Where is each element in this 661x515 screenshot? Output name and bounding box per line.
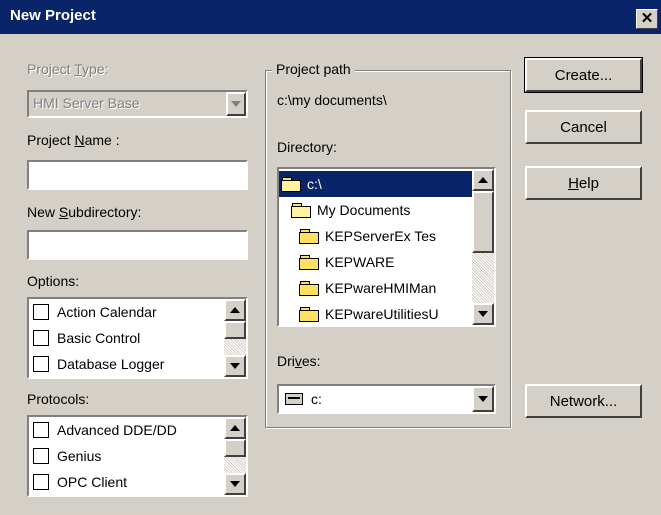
chevron-up-icon (230, 425, 240, 431)
directory-item[interactable]: KEPwareUtilitiesU (279, 301, 472, 327)
drives-label: Drives: (277, 353, 321, 369)
directory-item[interactable]: c:\ (279, 171, 472, 197)
protocol-item-advanced-dde[interactable]: Advanced DDE/DD (29, 417, 221, 443)
scroll-thumb[interactable] (472, 191, 494, 253)
protocols-label: Protocols: (27, 391, 90, 407)
open-folder-icon (291, 203, 311, 218)
scroll-up-button[interactable] (224, 299, 246, 321)
project-path-label: Project path (272, 61, 355, 77)
close-icon: ✕ (640, 10, 654, 27)
option-item-basic-control[interactable]: Basic Control (29, 325, 221, 351)
scroll-down-button[interactable] (224, 355, 246, 377)
chevron-down-icon (478, 396, 488, 402)
project-name-label: Project Name : (27, 132, 120, 148)
project-type-label: Project Type: (27, 61, 109, 77)
chevron-down-icon (478, 311, 488, 317)
drives-select[interactable]: c: (277, 384, 496, 414)
chevron-down-icon (231, 101, 241, 107)
checkbox[interactable] (33, 356, 49, 372)
chevron-down-icon (230, 481, 240, 487)
folder-icon (299, 307, 319, 322)
scroll-thumb[interactable] (224, 439, 246, 457)
open-folder-icon (281, 177, 301, 192)
chevron-up-icon (478, 177, 488, 183)
directory-item[interactable]: KEPWARE (279, 249, 472, 275)
options-list[interactable]: Action Calendar Basic Control Database L… (27, 297, 248, 379)
protocols-scrollbar[interactable] (224, 417, 246, 495)
scroll-up-button[interactable] (224, 417, 246, 439)
directory-label: Directory: (277, 139, 337, 155)
scroll-down-button[interactable] (472, 303, 494, 325)
directory-item[interactable]: KEPServerEx Tes (279, 223, 472, 249)
protocol-item-genius[interactable]: Genius (29, 443, 221, 469)
checkbox[interactable] (33, 474, 49, 490)
create-button[interactable]: Create... (524, 57, 643, 93)
directory-list[interactable]: c:\ My Documents KEPServerEx Tes KEPWARE… (277, 167, 496, 327)
project-path-value: c:\my documents\ (277, 92, 387, 108)
directory-item[interactable]: My Documents (279, 197, 472, 223)
drive-icon (285, 393, 303, 405)
project-type-select[interactable]: HMI Server Base (27, 90, 248, 118)
options-scrollbar[interactable] (224, 299, 246, 377)
chevron-down-icon (230, 363, 240, 369)
window-title: New Project (10, 7, 96, 24)
scroll-down-button[interactable] (224, 473, 246, 495)
directory-scrollbar[interactable] (472, 169, 494, 325)
folder-icon (299, 229, 319, 244)
folder-icon (299, 255, 319, 270)
options-label: Options: (27, 273, 80, 289)
folder-icon (299, 281, 319, 296)
checkbox[interactable] (33, 422, 49, 438)
title-bar[interactable] (0, 0, 661, 34)
cancel-button[interactable]: Cancel (525, 110, 642, 144)
chevron-up-icon (230, 307, 240, 313)
project-type-value: HMI Server Base (33, 95, 140, 111)
close-button[interactable]: ✕ (636, 9, 658, 29)
drive-value: c: (311, 391, 322, 407)
subdirectory-input[interactable] (27, 230, 248, 260)
scroll-thumb[interactable] (224, 321, 246, 339)
protocols-list[interactable]: Advanced DDE/DD Genius OPC Client (27, 415, 248, 497)
network-button[interactable]: Network... (525, 384, 642, 418)
directory-item[interactable]: KEPwareHMIMan (279, 275, 472, 301)
checkbox[interactable] (33, 448, 49, 464)
help-button[interactable]: Help (525, 166, 642, 200)
protocol-item-opc-client[interactable]: OPC Client (29, 469, 221, 495)
option-item-action-calendar[interactable]: Action Calendar (29, 299, 221, 325)
checkbox[interactable] (33, 304, 49, 320)
project-name-input[interactable] (27, 160, 248, 190)
subdirectory-label: New Subdirectory: (27, 204, 142, 220)
drives-dropdown-button[interactable] (472, 386, 494, 412)
project-type-dropdown-button[interactable] (226, 92, 246, 116)
scroll-up-button[interactable] (472, 169, 494, 191)
checkbox[interactable] (33, 330, 49, 346)
option-item-database-logger[interactable]: Database Logger (29, 351, 221, 377)
